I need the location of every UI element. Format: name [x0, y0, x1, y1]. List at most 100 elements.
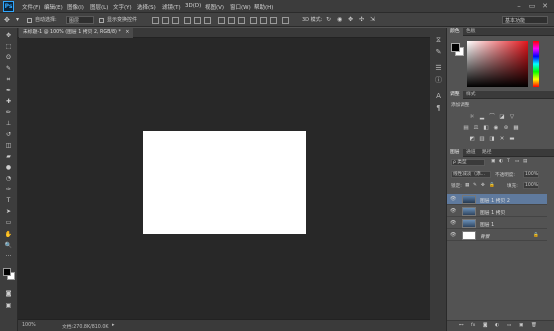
rectangle-tool-icon[interactable]: ▭: [4, 219, 13, 227]
distribute-top-icon[interactable]: [218, 17, 225, 24]
link-layers-icon[interactable]: ⊷: [459, 323, 464, 328]
photo-filter-adjust-icon[interactable]: ◉: [493, 125, 499, 131]
new-layer-icon[interactable]: ▣: [519, 323, 523, 328]
crop-tool-icon[interactable]: ⌗: [4, 76, 13, 84]
status-menu-arrow-icon[interactable]: ▸: [112, 322, 115, 328]
brush-panel-icon[interactable]: ✎: [434, 48, 443, 57]
distribute-right-icon[interactable]: [270, 17, 277, 24]
visibility-eye-icon[interactable]: 👁: [450, 196, 456, 202]
menu-layer[interactable]: 图层(L): [90, 3, 108, 11]
lock-transparency-icon[interactable]: ▦: [465, 183, 469, 188]
info-panel-icon[interactable]: ⓘ: [434, 76, 443, 85]
visibility-eye-icon[interactable]: 👁: [450, 208, 456, 214]
lock-all-icon[interactable]: 🔒: [489, 183, 495, 188]
opacity-input[interactable]: 100%: [523, 171, 539, 178]
tab-swatches[interactable]: 色板: [463, 28, 479, 36]
brush-tool-icon[interactable]: ✏: [4, 109, 13, 117]
foreground-color-swatch[interactable]: [3, 268, 11, 276]
align-bottom-icon[interactable]: [172, 17, 179, 24]
blend-mode-dropdown[interactable]: 线性减淡（添...: [451, 171, 491, 178]
healing-brush-tool-icon[interactable]: ✚: [4, 98, 13, 106]
3d-scale-icon[interactable]: ⇲: [370, 16, 375, 24]
eraser-tool-icon[interactable]: ◫: [4, 142, 13, 150]
gradient-tool-icon[interactable]: ▰: [4, 153, 13, 161]
posterize-adjust-icon[interactable]: ▥: [479, 136, 485, 142]
vibrance-adjust-icon[interactable]: ▽: [509, 114, 515, 120]
black-white-adjust-icon[interactable]: ◧: [483, 125, 489, 131]
tab-paths[interactable]: 路径: [479, 149, 495, 157]
zoom-level[interactable]: 100%: [22, 323, 36, 328]
clone-stamp-tool-icon[interactable]: ⊥: [4, 120, 13, 128]
more-tools-icon[interactable]: ···: [4, 253, 13, 261]
lock-image-icon[interactable]: ✎: [473, 183, 477, 188]
filter-smart-icon[interactable]: ▤: [523, 159, 527, 164]
distribute-left-icon[interactable]: [250, 17, 257, 24]
menu-edit[interactable]: 编辑(E): [44, 3, 63, 11]
character-panel-icon[interactable]: A: [434, 92, 443, 101]
3d-slide-icon[interactable]: ✣: [359, 16, 364, 24]
distribute-vcenter-icon[interactable]: [228, 17, 235, 24]
foreground-swatch[interactable]: [451, 43, 460, 52]
properties-panel-icon[interactable]: ☰: [434, 64, 443, 73]
blur-tool-icon[interactable]: ●: [4, 164, 13, 172]
workspace-dropdown[interactable]: 基本功能: [502, 16, 548, 24]
layer-row[interactable]: 👁 背景 🔒: [447, 230, 547, 241]
visibility-eye-icon[interactable]: 👁: [450, 220, 456, 226]
3d-roll-icon[interactable]: ◉: [337, 16, 342, 24]
new-group-icon[interactable]: ▭: [507, 323, 511, 328]
tool-preset-dropdown-icon[interactable]: ▾: [16, 16, 19, 24]
document-canvas[interactable]: [143, 131, 306, 234]
layer-row[interactable]: 👁 图层 1: [447, 218, 547, 229]
lasso-tool-icon[interactable]: ʘ: [4, 54, 13, 62]
eyedropper-tool-icon[interactable]: ✒: [4, 87, 13, 95]
visibility-eye-icon[interactable]: 👁: [450, 232, 456, 238]
tab-color[interactable]: 颜色: [447, 28, 463, 36]
menu-view[interactable]: 视图(V): [205, 3, 224, 11]
move-tool-icon[interactable]: ✥: [4, 16, 10, 24]
menu-type[interactable]: 文字(Y): [113, 3, 132, 11]
layer-kind-filter[interactable]: ρ 类型: [451, 159, 485, 166]
align-left-icon[interactable]: [184, 17, 191, 24]
channel-mixer-adjust-icon[interactable]: ⊛: [503, 125, 509, 131]
color-lookup-adjust-icon[interactable]: ▦: [513, 125, 519, 131]
close-button[interactable]: ✕: [540, 2, 550, 10]
menu-help[interactable]: 帮助(H): [254, 3, 273, 11]
menu-filter[interactable]: 滤镜(T): [162, 3, 181, 11]
new-adjustment-icon[interactable]: ◐: [495, 323, 499, 328]
filter-type-icon[interactable]: T: [507, 159, 510, 164]
auto-select-dropdown[interactable]: 图层: [66, 16, 94, 24]
hue-slider[interactable]: [533, 41, 539, 87]
tab-channels[interactable]: 通道: [463, 149, 479, 157]
threshold-adjust-icon[interactable]: ◨: [489, 136, 495, 142]
color-spectrum[interactable]: [467, 41, 528, 87]
3d-rotate-icon[interactable]: ↻: [326, 16, 331, 24]
menu-file[interactable]: 文件(F): [22, 3, 40, 11]
path-selection-tool-icon[interactable]: ➤: [4, 208, 13, 216]
menu-image[interactable]: 图像(I): [67, 3, 84, 11]
quick-mask-icon[interactable]: ◙: [4, 290, 13, 298]
invert-adjust-icon[interactable]: ◩: [469, 136, 475, 142]
move-tool-icon[interactable]: ✥: [4, 32, 13, 40]
type-tool-icon[interactable]: T: [4, 197, 13, 205]
canvas-area[interactable]: [18, 38, 430, 319]
lock-position-icon[interactable]: ✥: [481, 183, 485, 188]
pen-tool-icon[interactable]: ✑: [4, 186, 13, 194]
brightness-adjust-icon[interactable]: ☼: [469, 114, 475, 120]
quick-select-tool-icon[interactable]: ✎: [4, 65, 13, 73]
menu-select[interactable]: 选择(S): [137, 3, 156, 11]
layer-style-icon[interactable]: fx: [471, 323, 475, 328]
filter-adjust-icon[interactable]: ◐: [499, 159, 503, 164]
align-top-icon[interactable]: [152, 17, 159, 24]
3d-pan-icon[interactable]: ✥: [348, 16, 353, 24]
show-transform-checkbox[interactable]: [99, 18, 104, 23]
gradient-map-adjust-icon[interactable]: ▬: [509, 136, 515, 142]
dodge-tool-icon[interactable]: ◔: [4, 175, 13, 183]
delete-layer-icon[interactable]: 🗑: [531, 323, 537, 328]
history-panel-icon[interactable]: ⧖: [434, 36, 443, 45]
distribute-bottom-icon[interactable]: [238, 17, 245, 24]
document-tab[interactable]: 未标题-1 @ 100% (图层 1 拷贝 2, RGB/8) * ×: [19, 28, 134, 38]
zoom-tool-icon[interactable]: 🔍: [4, 242, 13, 250]
levels-adjust-icon[interactable]: ▂: [479, 114, 485, 120]
filter-pixel-icon[interactable]: ▣: [491, 159, 495, 164]
close-tab-icon[interactable]: ×: [125, 30, 129, 35]
